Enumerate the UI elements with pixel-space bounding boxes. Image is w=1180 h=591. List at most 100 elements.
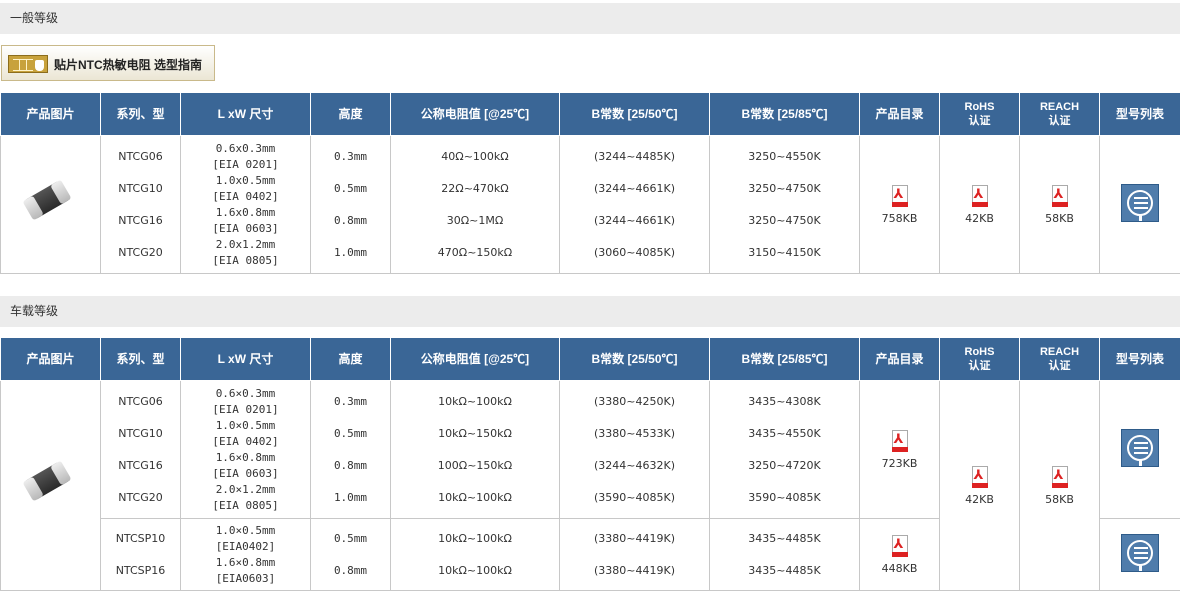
pdf-icon[interactable]: ⅄	[1050, 465, 1070, 488]
eia-code: [EIA 0402]	[212, 434, 279, 448]
height-cell: 0.5mm 0.8mm	[310, 518, 391, 591]
eia-code: [EIA0603]	[215, 571, 276, 585]
section-title-text: 一般等级	[10, 11, 59, 25]
guide-button-label: 贴片NTC热敏电阻 选型指南	[54, 58, 202, 72]
pdf-icon[interactable]: ⅄	[890, 534, 910, 557]
b2550-value: (3380~4419K)	[593, 563, 675, 577]
height-value: 0.5mm	[333, 181, 368, 195]
part-list-icon[interactable]	[1121, 184, 1159, 222]
b2550-value: (3380~4419K)	[593, 531, 675, 545]
rohs-cell[interactable]: ⅄ 42KB	[939, 135, 1020, 274]
series-value: NTCG06	[118, 394, 163, 408]
b2550-value: (3244~4632K)	[593, 458, 675, 472]
height-value: 0.8mm	[333, 563, 368, 577]
b2550-value: (3244~4485K)	[593, 149, 675, 163]
resistance-value: 40Ω~100kΩ	[441, 149, 509, 163]
reach-cell[interactable]: ⅄ 58KB	[1019, 380, 1100, 591]
b2585-value: 3435~4550K	[748, 426, 821, 440]
catalog-size[interactable]: 758KB	[860, 212, 939, 225]
reach-size[interactable]: 58KB	[1020, 493, 1099, 506]
header-catalog: 产品目录	[859, 338, 940, 381]
header-size: L xW 尺寸	[180, 93, 311, 136]
series-value: NTCG06	[118, 149, 163, 163]
pdf-icon[interactable]: ⅄	[1050, 184, 1070, 207]
height-value: 1.0mm	[333, 245, 368, 259]
header-part-list: 型号列表	[1099, 338, 1180, 381]
size-cell: 0.6×0.3mm [EIA 0201] 1.0×0.5mm [EIA 0402] …	[180, 380, 311, 519]
header-height: 高度	[310, 338, 391, 381]
b2585-value: 3250~4750K	[748, 213, 821, 227]
size-value: 2.0x1.2mm	[215, 237, 276, 251]
height-value: 1.0mm	[333, 490, 368, 504]
b2585-value: 3435~4308K	[748, 394, 821, 408]
resistance-cell: 10kΩ~100kΩ 10kΩ~150kΩ 100Ω~150kΩ 10kΩ~10…	[390, 380, 560, 519]
catalog-cell[interactable]: ⅄ 758KB	[859, 135, 940, 274]
header-resistance: 公称电阻值 [@25℃]	[390, 93, 560, 136]
resistance-value: 10kΩ~150kΩ	[438, 426, 512, 440]
header-b2585: B常数 [25/85℃]	[709, 93, 860, 136]
part-list-cell[interactable]	[1099, 518, 1180, 591]
series-cell: NTCG06 NTCG10 NTCG16 NTCG20	[100, 380, 181, 519]
part-list-icon[interactable]	[1121, 429, 1159, 467]
b2550-value: (3590~4085K)	[593, 490, 675, 504]
catalog-cell[interactable]: ⅄ 448KB	[859, 518, 940, 591]
resistance-value: 100Ω~150kΩ	[437, 458, 513, 472]
b2585-value: 3150~4150K	[748, 245, 821, 259]
series-value: NTCG20	[118, 490, 163, 504]
header-part-list: 型号列表	[1099, 93, 1180, 136]
section-title-text: 车载等级	[10, 304, 59, 318]
ntc-selection-guide-button[interactable]: 贴片NTC热敏电阻 选型指南	[1, 45, 215, 81]
height-value: 0.5mm	[333, 426, 368, 440]
size-cell: 0.6x0.3mm [EIA 0201] 1.0x0.5mm [EIA 0402] …	[180, 135, 311, 274]
rohs-cell[interactable]: ⅄ 42KB	[939, 380, 1020, 591]
catalog-cell[interactable]: ⅄ 723KB	[859, 380, 940, 519]
part-list-icon[interactable]	[1121, 534, 1159, 572]
catalog-size[interactable]: 723KB	[860, 457, 939, 470]
header-b2585: B常数 [25/85℃]	[709, 338, 860, 381]
rohs-size[interactable]: 42KB	[940, 212, 1019, 225]
header-resistance: 公称电阻值 [@25℃]	[390, 338, 560, 381]
resistance-value: 30Ω~1MΩ	[446, 213, 504, 227]
header-rohs: RoHS 认证	[939, 338, 1020, 381]
header-b2550: B常数 [25/50℃]	[559, 338, 710, 381]
part-list-cell[interactable]	[1099, 135, 1180, 274]
header-reach: REACH 认证	[1019, 338, 1100, 381]
eia-code: [EIA0402]	[215, 539, 276, 553]
product-image-cell	[0, 135, 101, 274]
height-value: 0.8mm	[333, 458, 368, 472]
section-title-general: 一般等级	[0, 3, 1180, 34]
ntc-chip-image	[21, 179, 81, 223]
resistance-value: 10kΩ~100kΩ	[438, 563, 512, 577]
b2550-value: (3060~4085K)	[593, 245, 675, 259]
eia-code: [EIA 0805]	[212, 253, 279, 267]
series-cell: NTCSP10 NTCSP16	[100, 518, 181, 591]
b2550-value: (3380~4533K)	[593, 426, 675, 440]
resistance-value: 22Ω~470kΩ	[441, 181, 509, 195]
table-header-row: 产品图片 系列、型 L xW 尺寸 高度 公称电阻值 [@25℃] B常数 [2…	[0, 338, 1180, 381]
eia-code: [EIA 0805]	[212, 498, 279, 512]
size-value: 1.6×0.8mm	[215, 555, 276, 569]
resistance-value: 10kΩ~100kΩ	[438, 531, 512, 545]
eia-code: [EIA 0603]	[212, 221, 279, 235]
catalog-size[interactable]: 448KB	[860, 562, 939, 575]
pdf-icon[interactable]: ⅄	[890, 184, 910, 207]
size-value: 1.6x0.8mm	[215, 205, 276, 219]
rohs-size[interactable]: 42KB	[940, 493, 1019, 506]
header-rohs: RoHS 认证	[939, 93, 1020, 136]
header-b2550: B常数 [25/50℃]	[559, 93, 710, 136]
reach-cell[interactable]: ⅄ 58KB	[1019, 135, 1100, 274]
header-size: L xW 尺寸	[180, 338, 311, 381]
height-value: 0.5mm	[333, 531, 368, 545]
b2550-value: (3244~4661K)	[593, 213, 675, 227]
pdf-icon[interactable]: ⅄	[890, 429, 910, 452]
series-value: NTCSP16	[115, 563, 166, 577]
reach-size[interactable]: 58KB	[1020, 212, 1099, 225]
series-value: NTCG16	[118, 213, 163, 227]
pdf-icon[interactable]: ⅄	[970, 465, 990, 488]
product-image-cell	[0, 380, 101, 591]
eia-code: [EIA 0603]	[212, 466, 279, 480]
pdf-icon[interactable]: ⅄	[970, 184, 990, 207]
b2550-cell: (3380~4419K) (3380~4419K)	[559, 518, 710, 591]
part-list-cell[interactable]	[1099, 380, 1180, 519]
automotive-grade-table: 产品图片 系列、型 L xW 尺寸 高度 公称电阻值 [@25℃] B常数 [2…	[0, 338, 1180, 591]
